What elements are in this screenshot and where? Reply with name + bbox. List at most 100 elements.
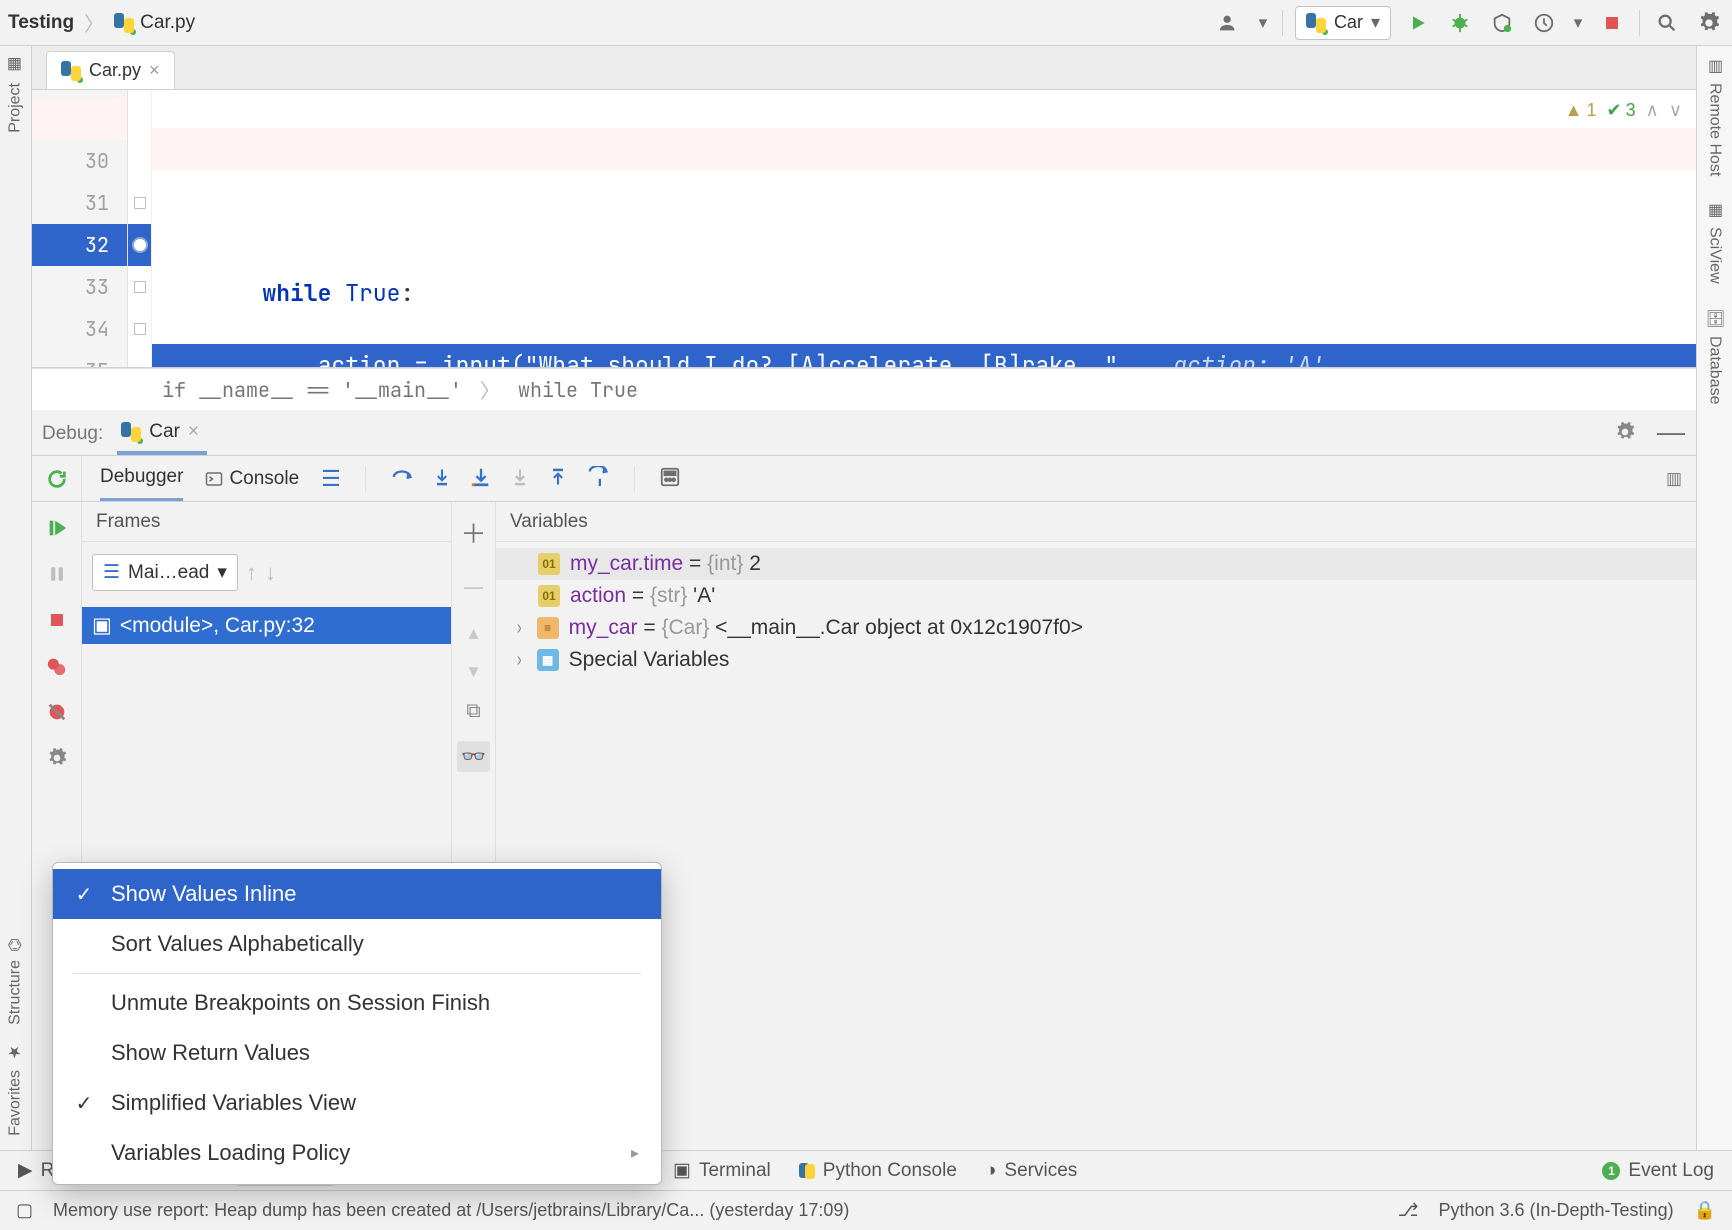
scope-crumb-item[interactable]: while True bbox=[518, 377, 638, 403]
scope-crumb-item[interactable]: if __name__ == '__main__' bbox=[162, 377, 462, 403]
new-watch-button[interactable]: ＋ bbox=[460, 514, 486, 551]
menu-item-loading-policy[interactable]: Variables Loading Policy bbox=[53, 1128, 661, 1178]
warning-indicator[interactable]: ▲1 bbox=[1565, 100, 1597, 121]
event-log-tool-button[interactable]: 1Event Log bbox=[1602, 1160, 1714, 1182]
execution-point-icon[interactable] bbox=[132, 237, 148, 253]
remote-host-tool-button[interactable]: ▥Remote Host bbox=[1705, 56, 1724, 176]
git-icon[interactable]: ⎇ bbox=[1398, 1200, 1419, 1221]
menu-item-show-return-values[interactable]: Show Return Values bbox=[53, 1028, 661, 1078]
code-editor[interactable]: ▲1 ✔3 ∧ ∨ 30 31 32 33 34 35 bbox=[32, 90, 1696, 368]
python-icon bbox=[799, 1163, 815, 1179]
python-console-tool-button[interactable]: Python Console bbox=[799, 1160, 957, 1182]
debug-button[interactable] bbox=[1445, 8, 1475, 38]
step-over-button[interactable] bbox=[390, 466, 414, 492]
move-down-button[interactable]: ▼ bbox=[465, 662, 482, 682]
fold-toggle-icon[interactable] bbox=[134, 281, 146, 293]
sciview-tool-button[interactable]: ▦SciView bbox=[1705, 200, 1724, 284]
coverage-button[interactable] bbox=[1487, 8, 1517, 38]
settings-button[interactable] bbox=[1694, 8, 1724, 38]
run-to-cursor-button[interactable] bbox=[586, 466, 610, 492]
status-menu-icon[interactable]: ▢ bbox=[16, 1200, 33, 1221]
editor-tab[interactable]: Car.py × bbox=[46, 51, 175, 89]
pause-button[interactable] bbox=[43, 560, 71, 588]
console-tab[interactable]: Console bbox=[205, 468, 299, 490]
line-number[interactable]: 34 bbox=[32, 308, 127, 350]
debug-settings-menu[interactable]: ✓ Show Values Inline Sort Values Alphabe… bbox=[52, 862, 662, 1185]
layout-settings-icon[interactable]: ▥ bbox=[1666, 469, 1682, 488]
services-tool-button[interactable]: ◑Services bbox=[985, 1160, 1077, 1182]
profile-button[interactable] bbox=[1529, 8, 1559, 38]
debug-session-tab[interactable]: Car × bbox=[117, 413, 207, 455]
editor-scope-crumb[interactable]: if __name__ == '__main__' 〉 while True bbox=[32, 368, 1696, 410]
stop-button[interactable] bbox=[1597, 8, 1627, 38]
run-button[interactable] bbox=[1403, 8, 1433, 38]
structure-tool-button[interactable]: Structure⌬ bbox=[6, 938, 25, 1025]
next-highlight-icon[interactable]: ∨ bbox=[1669, 100, 1682, 121]
editor-gutter[interactable]: 30 31 32 33 34 35 bbox=[32, 90, 128, 367]
move-up-button[interactable]: ▲ bbox=[465, 624, 482, 644]
menu-item-sort-alphabetically[interactable]: Sort Values Alphabetically bbox=[53, 919, 661, 969]
resume-button[interactable] bbox=[43, 514, 71, 542]
variable-row[interactable]: 01 my_car.time = {int} 2 bbox=[496, 548, 1696, 580]
fold-toggle-icon[interactable] bbox=[134, 197, 146, 209]
chevron-down-icon: ▾ bbox=[1371, 12, 1380, 33]
close-session-icon[interactable]: × bbox=[188, 421, 199, 443]
threads-view-button[interactable]: ☰ bbox=[321, 466, 341, 492]
step-into-button[interactable] bbox=[432, 466, 452, 492]
breadcrumb-file[interactable]: Car.py bbox=[114, 12, 195, 34]
pass-indicator[interactable]: ✔3 bbox=[1607, 100, 1636, 121]
copy-button[interactable]: ⧉ bbox=[466, 700, 480, 723]
line-number[interactable]: 32 bbox=[32, 224, 127, 266]
debug-more-settings-button[interactable] bbox=[43, 744, 71, 772]
debugger-tab[interactable]: Debugger bbox=[100, 456, 183, 501]
code-area[interactable]: while True: action = input("What should … bbox=[152, 90, 1696, 367]
step-into-my-code-button[interactable] bbox=[470, 466, 492, 492]
stack-frame-item[interactable]: ▣ <module>, Car.py:32 bbox=[82, 607, 451, 644]
line-number[interactable]: 33 bbox=[32, 266, 127, 308]
remove-watch-button[interactable]: － bbox=[460, 569, 486, 606]
variables-list[interactable]: 01 my_car.time = {int} 2 01 action = {st… bbox=[496, 542, 1696, 682]
project-tool-button[interactable]: Project▦ bbox=[6, 56, 25, 133]
debug-settings-icon[interactable] bbox=[1610, 417, 1640, 447]
variable-row[interactable]: 01 action = {str} 'A' bbox=[496, 580, 1696, 612]
force-step-into-button[interactable] bbox=[510, 466, 530, 492]
variable-row[interactable]: ≡ my_car = {Car} <__main__.Car object at… bbox=[496, 612, 1696, 644]
show-watches-button[interactable]: 👓 bbox=[457, 741, 490, 772]
menu-item-simplified-view[interactable]: ✓ Simplified Variables View bbox=[53, 1078, 661, 1128]
breadcrumb-project[interactable]: Testing bbox=[8, 12, 74, 34]
line-number[interactable]: 30 bbox=[32, 140, 127, 182]
fold-strip[interactable] bbox=[128, 90, 152, 367]
variable-row[interactable]: ▦ Special Variables bbox=[496, 644, 1696, 676]
lock-icon[interactable]: 🔒 bbox=[1694, 1200, 1716, 1221]
rerun-button[interactable] bbox=[46, 468, 68, 490]
view-breakpoints-button[interactable] bbox=[43, 652, 71, 680]
status-message[interactable]: Memory use report: Heap dump has been cr… bbox=[53, 1200, 1378, 1221]
prev-frame-button[interactable]: ↑ bbox=[246, 560, 257, 586]
user-icon[interactable] bbox=[1214, 8, 1244, 38]
mute-breakpoints-button[interactable] bbox=[43, 698, 71, 726]
run-config-selector[interactable]: Car ▾ bbox=[1295, 6, 1391, 40]
line-number[interactable]: 31 bbox=[32, 182, 127, 224]
thread-selector[interactable]: ☰ Mai…ead ▾ bbox=[92, 554, 238, 591]
fold-toggle-icon[interactable] bbox=[134, 323, 146, 335]
evaluate-expression-button[interactable] bbox=[659, 466, 681, 492]
line-number[interactable] bbox=[32, 98, 127, 140]
close-tab-icon[interactable]: × bbox=[149, 60, 160, 81]
menu-item-unmute-breakpoints[interactable]: Unmute Breakpoints on Session Finish bbox=[53, 978, 661, 1028]
favorites-tool-button[interactable]: Favorites★ bbox=[6, 1043, 25, 1136]
database-tool-button[interactable]: 🗄Database bbox=[1705, 308, 1724, 405]
interpreter-status[interactable]: Python 3.6 (In-Depth-Testing) bbox=[1438, 1200, 1673, 1221]
menu-item-show-values-inline[interactable]: ✓ Show Values Inline bbox=[53, 869, 661, 919]
stop-debug-button[interactable] bbox=[43, 606, 71, 634]
inspection-indicators[interactable]: ▲1 ✔3 ∧ ∨ bbox=[1565, 100, 1682, 121]
line-number[interactable]: 35 bbox=[32, 350, 127, 368]
step-out-button[interactable] bbox=[548, 466, 568, 492]
next-frame-button[interactable]: ↓ bbox=[265, 560, 276, 586]
frame-list[interactable]: ▣ <module>, Car.py:32 bbox=[82, 603, 451, 648]
hide-tool-icon[interactable]: — bbox=[1656, 417, 1686, 447]
chevron-down-icon[interactable]: ▾ bbox=[1571, 8, 1585, 38]
chevron-down-icon[interactable]: ▾ bbox=[1256, 8, 1270, 38]
search-button[interactable] bbox=[1652, 8, 1682, 38]
terminal-tool-button[interactable]: ▣Terminal bbox=[673, 1159, 771, 1182]
prev-highlight-icon[interactable]: ∧ bbox=[1646, 100, 1659, 121]
